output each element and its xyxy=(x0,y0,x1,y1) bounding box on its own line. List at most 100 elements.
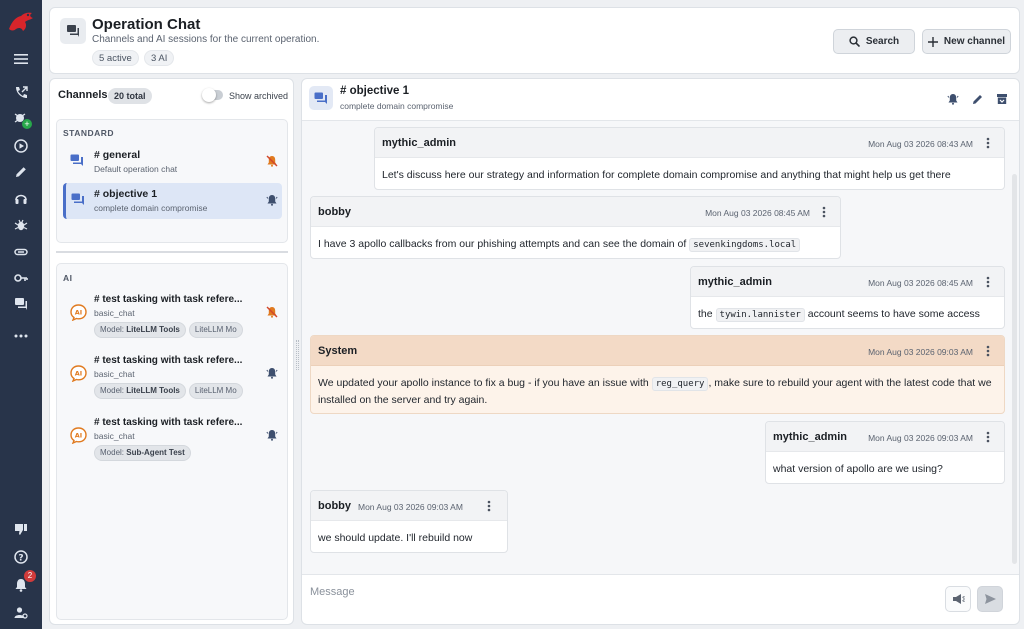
message-time: Mon Aug 03 2026 09:03 AM xyxy=(868,347,973,357)
play-icon[interactable] xyxy=(0,135,42,157)
ai-channel-description: basic_chat xyxy=(94,369,135,379)
message-text: Let's discuss here our strategy and info… xyxy=(382,169,951,181)
pencil-icon[interactable] xyxy=(0,161,42,183)
ai-channel-item[interactable]: AI # test tasking with task refere... ba… xyxy=(63,352,282,410)
message-text: the tywin.lannister account seems to hav… xyxy=(698,308,980,322)
message-author: mythic_admin xyxy=(773,431,847,443)
key-icon[interactable] xyxy=(0,267,42,289)
chat-panel: # objective 1 complete domain compromise… xyxy=(301,78,1020,625)
inline-code: tywin.lannister xyxy=(715,308,805,322)
message-menu-icon[interactable] xyxy=(984,430,992,444)
section-divider xyxy=(56,251,288,253)
bell-muted-icon[interactable] xyxy=(266,306,278,321)
channel-chat-icon xyxy=(70,154,84,169)
channel-item-general[interactable]: # general Default operation chat xyxy=(63,144,282,180)
ai-channel-name: # test tasking with task refere... xyxy=(94,294,243,305)
message-menu-icon[interactable] xyxy=(485,499,493,513)
send-icon xyxy=(984,594,996,604)
megaphone-icon xyxy=(952,594,965,604)
page-subtitle: Channels and AI sessions for the current… xyxy=(92,34,320,45)
message-time: Mon Aug 03 2026 08:43 AM xyxy=(868,139,973,149)
message: bobby Mon Aug 03 2026 09:03 AM we should… xyxy=(310,490,508,553)
standard-section-label: STANDARD xyxy=(63,128,115,138)
menu-icon[interactable] xyxy=(0,48,42,70)
more-icon[interactable] xyxy=(0,325,42,347)
ai-channel-name: # test tasking with task refere... xyxy=(94,355,243,366)
page-header: Operation Chat Channels and AI sessions … xyxy=(49,7,1020,74)
attachment-icon[interactable] xyxy=(0,241,42,263)
channel-description: Default operation chat xyxy=(94,164,178,174)
notifications-icon[interactable]: 2 xyxy=(0,570,42,596)
phone-callbacks-icon[interactable] xyxy=(0,82,42,104)
resize-handle[interactable] xyxy=(296,340,299,370)
message-menu-icon[interactable] xyxy=(820,205,828,219)
user-settings-icon[interactable] xyxy=(0,602,42,624)
bell-icon[interactable] xyxy=(266,429,278,444)
message: mythic_admin Mon Aug 03 2026 09:03 AM wh… xyxy=(765,421,1005,484)
search-icon xyxy=(849,36,860,47)
bell-icon[interactable] xyxy=(266,194,278,209)
ai-channel-description: basic_chat xyxy=(94,431,135,441)
message-scrollbar[interactable] xyxy=(1012,174,1017,564)
message-time: Mon Aug 03 2026 09:03 AM xyxy=(358,502,463,512)
channel-item-objective-1[interactable]: # objective 1 complete domain compromise xyxy=(63,183,282,219)
model-tag: LiteLLM Mo xyxy=(188,383,243,399)
mythic-logo-icon[interactable] xyxy=(0,8,42,36)
archive-icon[interactable] xyxy=(995,92,1009,106)
broadcast-button[interactable] xyxy=(945,586,971,612)
notification-count-badge: 2 xyxy=(24,570,36,582)
message-author: mythic_admin xyxy=(698,276,772,288)
active-count-chip: 5 active xyxy=(92,50,139,66)
channels-title: Channels xyxy=(58,89,108,101)
left-nav-rail: + ? 2 xyxy=(0,0,42,629)
message-time: Mon Aug 03 2026 08:45 AM xyxy=(868,278,973,288)
ai-count-chip: 3 AI xyxy=(144,50,175,66)
model-tag: Model: Sub-Agent Test xyxy=(94,445,191,461)
ai-channel-item[interactable]: AI # test tasking with task refere... ba… xyxy=(63,291,282,349)
svg-text:AI: AI xyxy=(75,309,82,317)
message-time: Mon Aug 03 2026 08:45 AM xyxy=(705,208,810,218)
model-tag: Model: LiteLLM Tools xyxy=(94,383,186,399)
message-menu-icon[interactable] xyxy=(984,275,992,289)
headphones-icon[interactable] xyxy=(0,187,42,209)
ai-channel-item[interactable]: AI # test tasking with task refere... ba… xyxy=(63,414,282,472)
notification-bell-icon[interactable] xyxy=(946,92,960,106)
create-payload-icon[interactable]: + xyxy=(0,107,42,129)
chat-icon[interactable] xyxy=(0,293,42,315)
ai-channel-name: # test tasking with task refere... xyxy=(94,417,243,428)
edit-icon[interactable] xyxy=(971,92,985,106)
help-icon[interactable]: ? xyxy=(0,546,42,568)
show-archived-toggle[interactable] xyxy=(202,88,223,102)
chat-subtitle: complete domain compromise xyxy=(340,101,454,111)
inline-code: sevenkingdoms.local xyxy=(689,238,801,252)
ai-channel-description: basic_chat xyxy=(94,308,135,318)
model-tag: LiteLLM Mo xyxy=(188,322,243,338)
show-archived-label: Show archived xyxy=(229,91,289,101)
thumb-down-icon[interactable] xyxy=(0,518,42,540)
ai-channels-section: AI AI # test tasking with task refere...… xyxy=(56,263,288,620)
bell-icon[interactable] xyxy=(266,367,278,382)
message: bobby Mon Aug 03 2026 08:45 AM I have 3 … xyxy=(310,196,841,259)
chat-icon xyxy=(60,18,86,44)
message-text: what version of apollo are we using? xyxy=(773,463,943,475)
message-list[interactable]: mythic_admin Mon Aug 03 2026 08:43 AM Le… xyxy=(302,120,1019,575)
chat-title: # objective 1 xyxy=(340,85,410,97)
message: mythic_admin Mon Aug 03 2026 08:43 AM Le… xyxy=(374,127,1005,190)
channel-chat-icon xyxy=(71,193,85,208)
channel-chat-icon xyxy=(309,86,333,110)
message-input[interactable]: Message xyxy=(310,586,355,598)
page-title: Operation Chat xyxy=(92,16,201,33)
search-button[interactable]: Search xyxy=(833,29,915,54)
send-button[interactable] xyxy=(977,586,1003,612)
new-channel-button[interactable]: New channel xyxy=(922,29,1011,54)
channels-total-badge: 20 total xyxy=(108,88,152,104)
svg-text:AI: AI xyxy=(75,432,82,440)
message-menu-icon[interactable] xyxy=(984,344,992,358)
channel-name: # objective 1 xyxy=(94,188,158,200)
bug-icon[interactable] xyxy=(0,214,42,236)
system-message: System Mon Aug 03 2026 09:03 AM We updat… xyxy=(310,335,1005,414)
message-menu-icon[interactable] xyxy=(984,136,992,150)
message-text: I have 3 apollo callbacks from our phish… xyxy=(311,227,840,258)
new-channel-button-label: New channel xyxy=(943,36,1006,47)
bell-muted-icon[interactable] xyxy=(266,155,278,170)
